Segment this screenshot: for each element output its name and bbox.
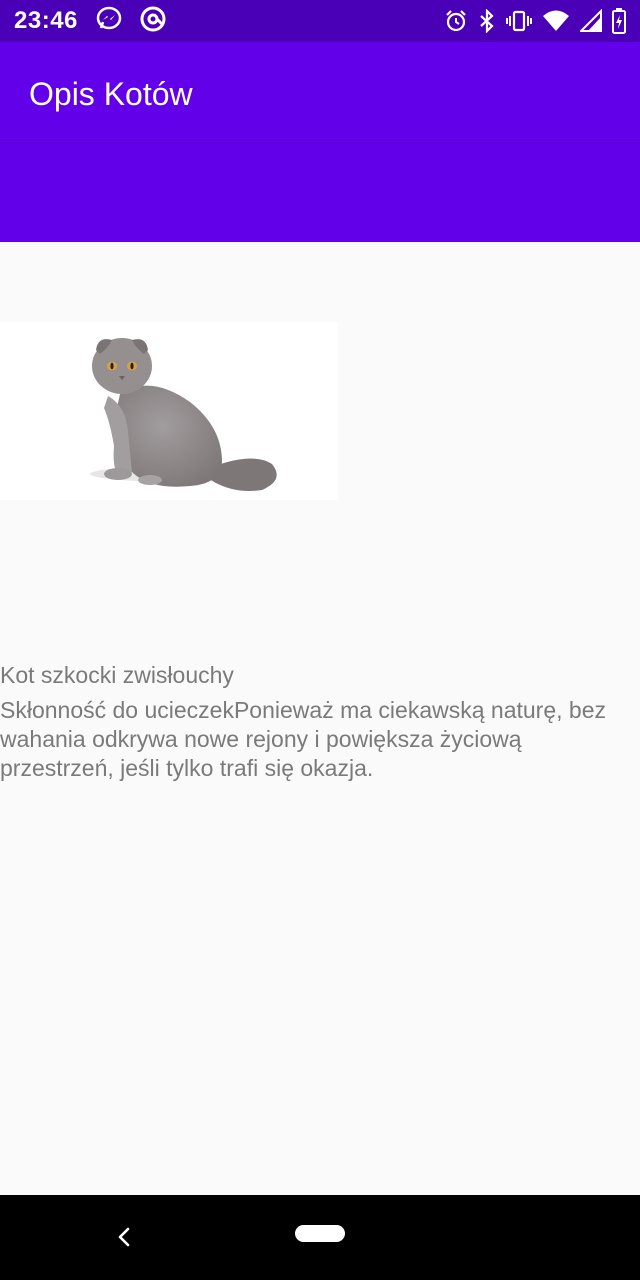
battery-icon [612,8,626,34]
home-pill-icon[interactable] [295,1225,345,1242]
status-right [444,8,626,34]
cat-breed-name: Kot szkocki zwisłouchy [0,662,234,688]
status-left: 23:46 [14,6,166,37]
at-sign-icon [140,6,166,37]
signal-icon [580,9,602,33]
back-icon[interactable] [110,1222,138,1252]
navigation-bar [0,1195,640,1280]
wifi-icon [542,9,570,33]
cat-description: Skłonność do ucieczekPonieważ ma ciekaws… [0,697,606,781]
bluetooth-icon [478,9,496,33]
app-title: Opis Kotów [29,76,193,112]
alarm-icon [444,9,468,33]
status-bar: 23:46 [0,0,640,42]
app-bar: Opis Kotów [0,42,640,242]
vibrate-icon [506,9,532,33]
cat-photo [0,322,338,500]
messenger-icon [96,6,122,37]
screen: 23:46 Opis Kotów Kot szkocki zwisłouchy … [0,0,640,1280]
app-bar-divider [0,142,640,143]
status-time: 23:46 [14,7,78,34]
